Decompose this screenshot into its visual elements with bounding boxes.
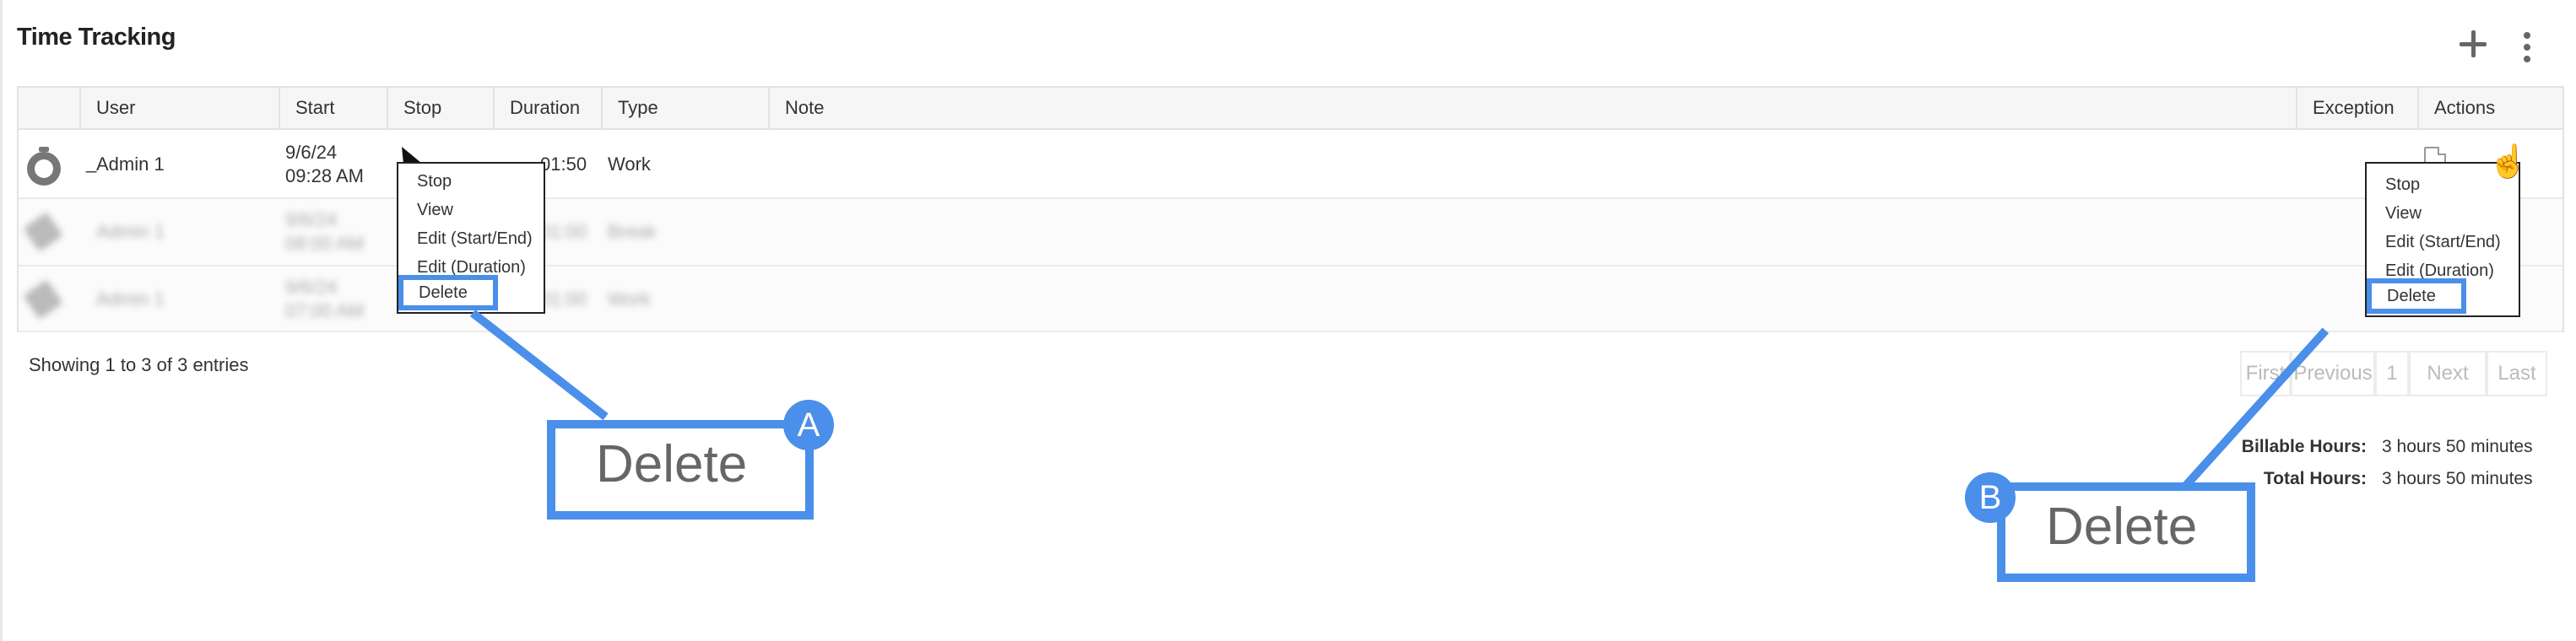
- duration-cell: 01:50: [540, 154, 587, 175]
- menu-item-delete[interactable]: Delete: [398, 275, 498, 310]
- context-menu-right: Stop View Edit (Start/End) Edit (Duratio…: [2365, 162, 2520, 317]
- billable-hours-label: Billable Hours:: [2241, 437, 2367, 456]
- billable-hours-value: 3 hours 50 minutes: [2382, 437, 2533, 456]
- menu-item-view[interactable]: View: [417, 201, 453, 220]
- column-header-stop[interactable]: Stop: [387, 88, 493, 128]
- column-header-exception[interactable]: Exception: [2296, 88, 2417, 128]
- table-header: User Start Stop Duration Type Note Excep…: [19, 88, 2562, 130]
- callout-b-box: Delete: [1997, 482, 2255, 582]
- column-header-start[interactable]: Start: [279, 88, 387, 128]
- menu-item-view[interactable]: View: [2385, 204, 2422, 224]
- callout-b-badge: B: [1965, 472, 2016, 523]
- menu-item-delete[interactable]: Delete: [2367, 278, 2466, 314]
- more-options-button[interactable]: [2517, 32, 2537, 66]
- callout-a-badge: A: [783, 400, 834, 450]
- column-header-note[interactable]: Note: [768, 88, 2296, 128]
- menu-item-edit-start-end[interactable]: Edit (Start/End): [2385, 233, 2501, 252]
- pagination-last[interactable]: Last: [2487, 351, 2547, 396]
- pagination-next[interactable]: Next: [2409, 351, 2487, 396]
- more-vertical-icon: [2524, 32, 2530, 39]
- start-time-cell: 09:28 AM: [285, 165, 364, 186]
- menu-item-stop[interactable]: Stop: [2385, 175, 2420, 195]
- column-header-type[interactable]: Type: [601, 88, 768, 128]
- start-date-cell: 9/6/24: [285, 142, 338, 163]
- hand-pointer-cursor: ☝: [2488, 144, 2529, 180]
- page-title: Time Tracking: [17, 24, 176, 51]
- menu-item-stop[interactable]: Stop: [417, 172, 452, 191]
- edit-icon[interactable]: [23, 212, 63, 252]
- column-header-actions: Actions: [2417, 88, 2566, 128]
- context-menu-left: Stop View Edit (Start/End) Edit (Duratio…: [397, 162, 545, 314]
- page-edge: [0, 0, 3, 641]
- column-header-user[interactable]: User: [79, 88, 279, 128]
- entries-info: Showing 1 to 3 of 3 entries: [29, 354, 249, 375]
- menu-item-edit-start-end[interactable]: Edit (Start/End): [417, 229, 533, 249]
- edit-icon[interactable]: [23, 279, 63, 320]
- user-cell: Admin 1: [96, 154, 165, 175]
- add-entry-button[interactable]: [2456, 27, 2490, 61]
- pagination-page-1[interactable]: 1: [2375, 351, 2409, 396]
- column-header-icon: [19, 88, 79, 128]
- total-hours-value: 3 hours 50 minutes: [2382, 469, 2533, 488]
- callout-a-box: Delete: [547, 420, 814, 520]
- stopwatch-icon: [25, 147, 62, 186]
- type-cell: Work: [608, 154, 651, 175]
- column-header-duration[interactable]: Duration: [493, 88, 601, 128]
